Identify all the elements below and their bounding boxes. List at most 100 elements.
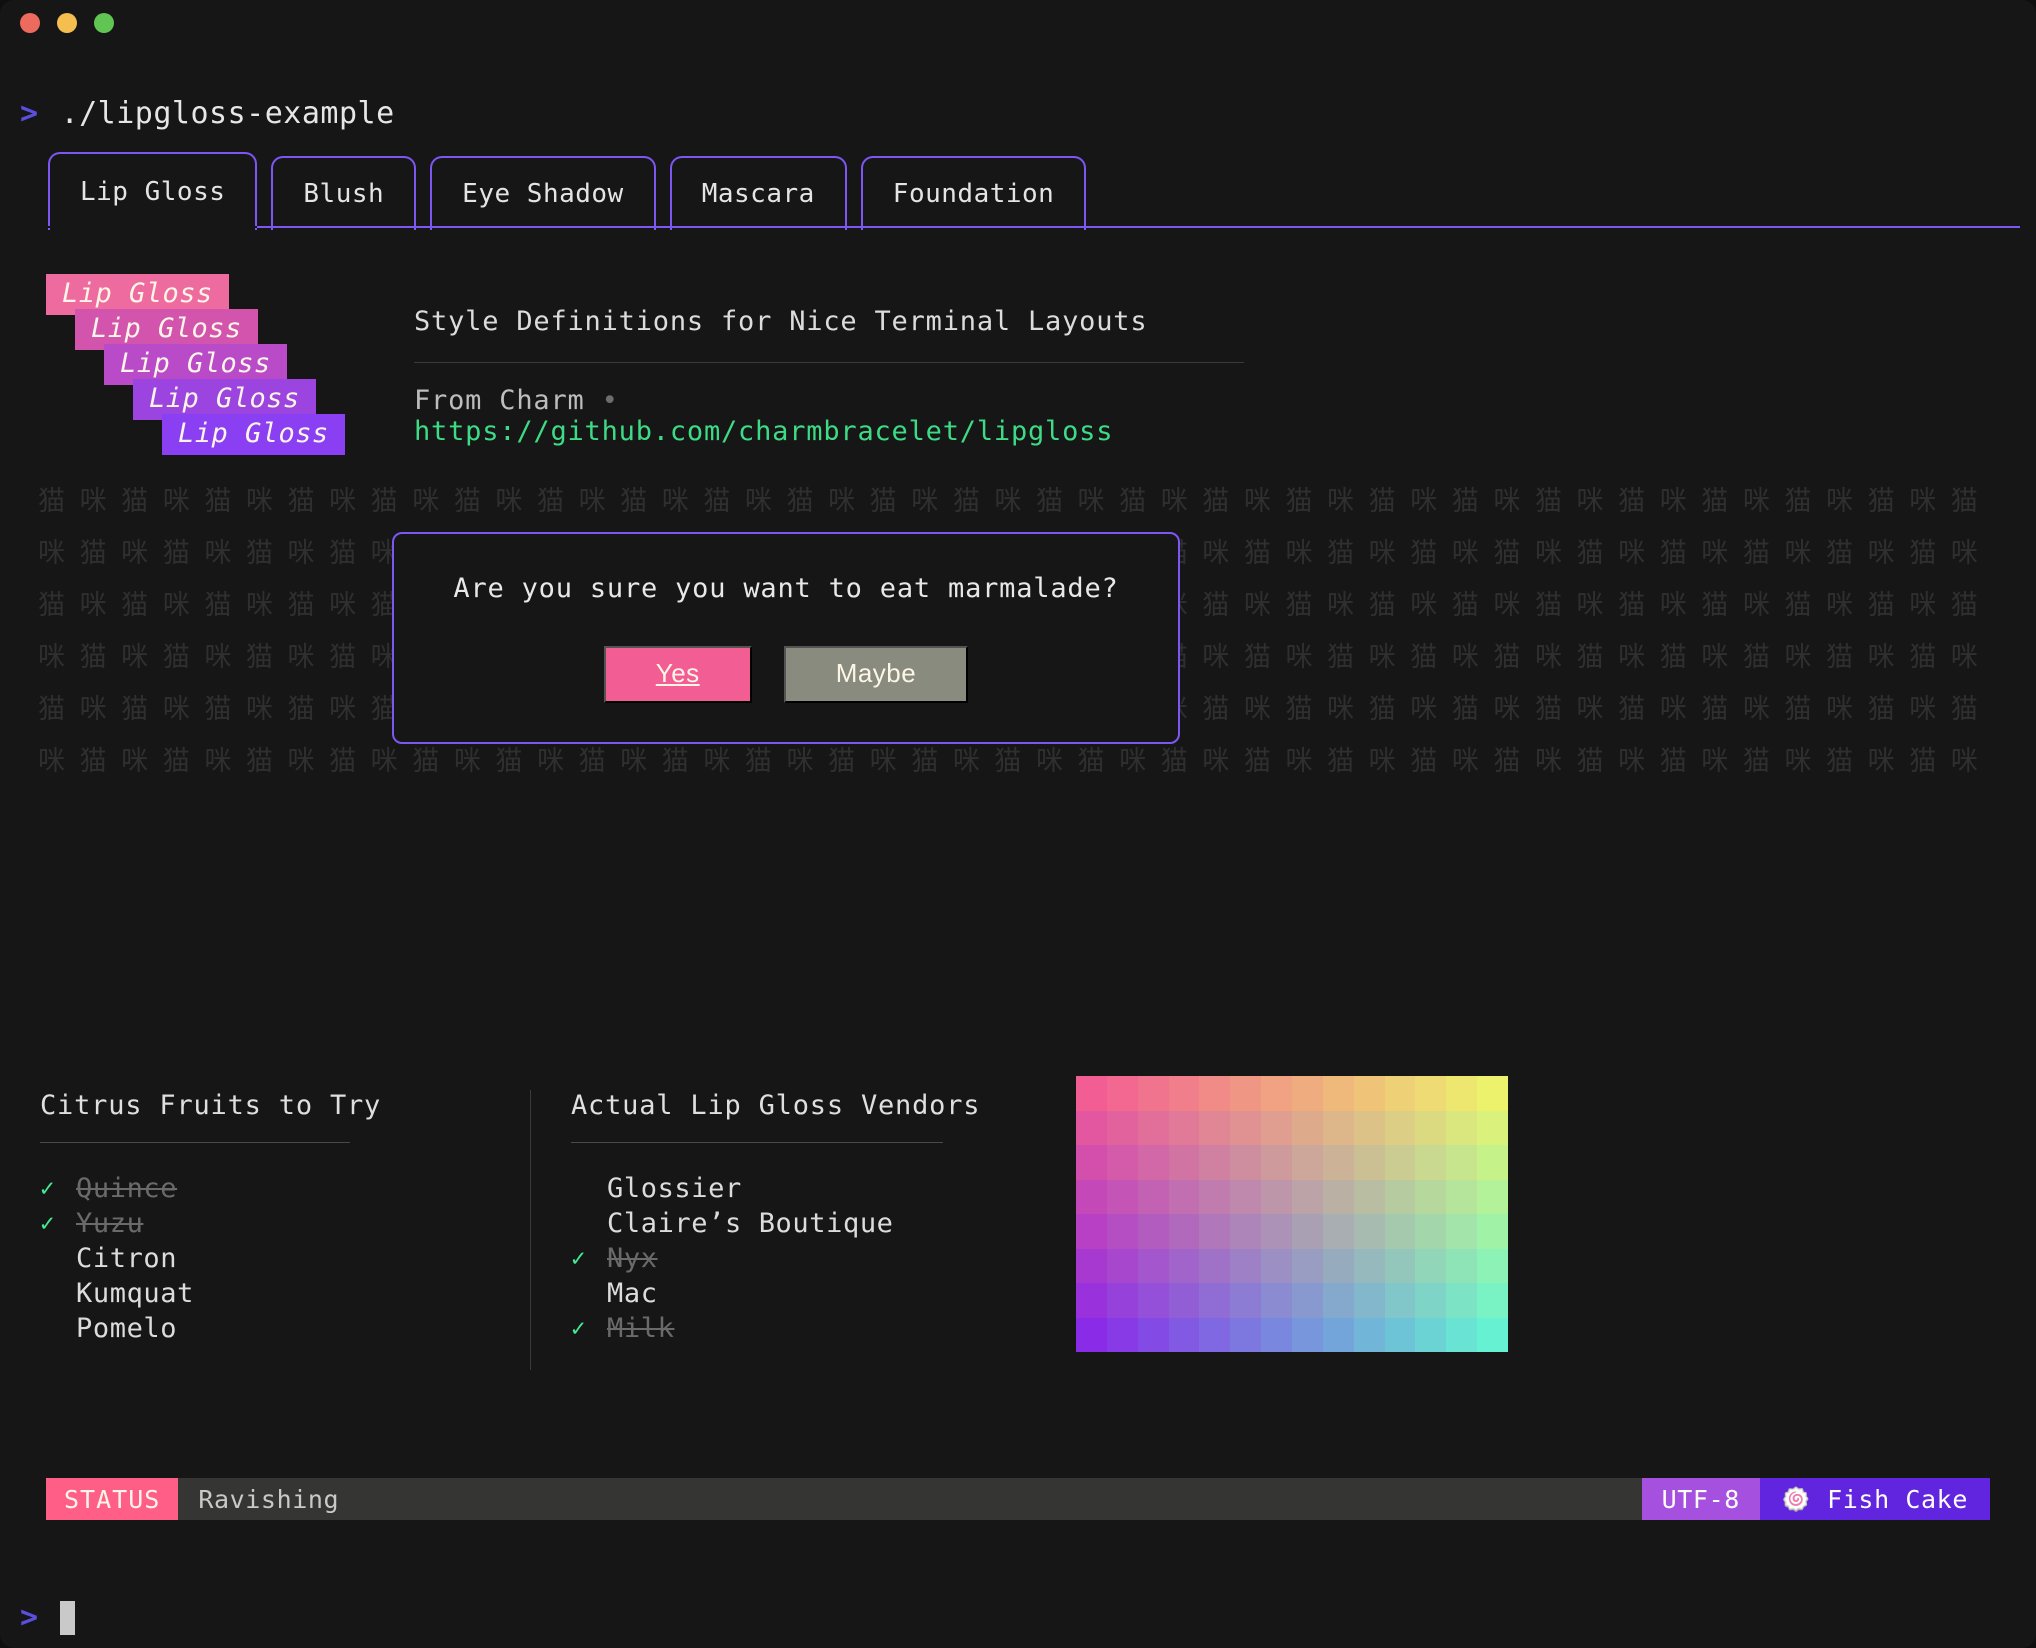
- color-swatch: [1477, 1249, 1508, 1284]
- list-title: Citrus Fruits to Try: [40, 1090, 530, 1121]
- active-tab-underline-gap: [48, 226, 257, 228]
- list-item-label: Quince: [76, 1171, 177, 1206]
- list-item[interactable]: ✓Nyx: [571, 1241, 1070, 1276]
- bullet-icon: •: [602, 385, 619, 416]
- color-swatch: [1415, 1249, 1446, 1284]
- color-swatch: [1076, 1076, 1107, 1111]
- color-swatch: [1354, 1076, 1385, 1111]
- prompt-chevron-icon: >: [20, 96, 39, 131]
- list-item[interactable]: ✓Yuzu: [40, 1206, 530, 1241]
- lists-section: Citrus Fruits to Try✓Quince✓YuzuCitronKu…: [40, 1090, 1070, 1370]
- color-swatch: [1292, 1214, 1323, 1249]
- tab-label: Foundation: [893, 179, 1055, 209]
- color-swatch: [1199, 1318, 1230, 1353]
- color-swatch: [1477, 1283, 1508, 1318]
- list-item-label: Claire’s Boutique: [607, 1206, 894, 1241]
- color-swatch: [1446, 1111, 1477, 1146]
- tab-label: Mascara: [702, 179, 815, 209]
- tab-foundation[interactable]: Foundation: [861, 156, 1087, 230]
- text-cursor[interactable]: [60, 1601, 75, 1635]
- color-swatch: [1199, 1180, 1230, 1215]
- maximize-button-icon[interactable]: [94, 13, 114, 33]
- fish-cake-icon: 🍥: [1782, 1486, 1811, 1513]
- dialog-question: Are you sure you want to eat marmalade?: [453, 573, 1118, 604]
- list-divider: [40, 1142, 350, 1143]
- color-swatch: [1415, 1214, 1446, 1249]
- list-item[interactable]: ✓Quince: [40, 1171, 530, 1206]
- color-swatch: [1385, 1180, 1416, 1215]
- color-swatch: [1415, 1076, 1446, 1111]
- color-swatch: [1446, 1076, 1477, 1111]
- color-swatch: [1415, 1180, 1446, 1215]
- check-icon: ✓: [571, 1311, 607, 1346]
- title-block-row: Lip Gloss: [46, 274, 386, 309]
- tab-bar: Lip Gloss BlushEye Shadow Mascara Foundatio…: [48, 152, 1988, 230]
- color-swatch: [1415, 1318, 1446, 1353]
- color-swatch: [1323, 1145, 1354, 1180]
- color-swatch: [1076, 1180, 1107, 1215]
- title-block-row: Lip Gloss: [46, 379, 386, 414]
- close-button-icon[interactable]: [20, 13, 40, 33]
- color-swatch: [1169, 1076, 1200, 1111]
- list-item[interactable]: Pomelo: [40, 1311, 530, 1346]
- color-swatch: [1199, 1076, 1230, 1111]
- color-swatch: [1385, 1111, 1416, 1146]
- color-swatch: [1107, 1318, 1138, 1353]
- color-swatch: [1169, 1249, 1200, 1284]
- description-source-line: From Charm • https://github.com/charmbra…: [414, 385, 1244, 447]
- color-swatch: [1169, 1214, 1200, 1249]
- color-swatch: [1385, 1214, 1416, 1249]
- tab-eye-shadow[interactable]: Eye Shadow: [430, 156, 656, 230]
- list-item-label: Mac: [607, 1276, 658, 1311]
- color-swatch: [1076, 1283, 1107, 1318]
- color-swatch: [1138, 1180, 1169, 1215]
- list-item[interactable]: Claire’s Boutique: [571, 1206, 1070, 1241]
- cancel-maybe-button[interactable]: Maybe: [784, 646, 969, 703]
- color-swatch: [1446, 1318, 1477, 1353]
- list-item[interactable]: Mac: [571, 1276, 1070, 1311]
- list-column-0: Citrus Fruits to Try ✓Quince✓YuzuCitronKu…: [40, 1090, 530, 1370]
- color-swatch: [1323, 1283, 1354, 1318]
- from-label: From Charm: [414, 385, 585, 416]
- color-swatch: [1292, 1283, 1323, 1318]
- tab-lip-gloss[interactable]: Lip Gloss: [48, 152, 257, 230]
- list-item[interactable]: Citron: [40, 1241, 530, 1276]
- color-swatch: [1446, 1249, 1477, 1284]
- title-block-row: Lip Gloss: [46, 309, 386, 344]
- list-items: ✓Quince✓YuzuCitronKumquatPomelo: [40, 1171, 530, 1346]
- dialog-buttons: Yes Maybe: [604, 646, 968, 703]
- color-swatch: [1477, 1214, 1508, 1249]
- check-icon: ✓: [40, 1206, 76, 1241]
- color-swatch: [1199, 1249, 1230, 1284]
- list-item[interactable]: Glossier: [571, 1171, 1070, 1206]
- color-swatch: [1354, 1283, 1385, 1318]
- list-column-1: Actual Lip Gloss VendorsGlossierClaire’s…: [530, 1090, 1070, 1370]
- project-url-link[interactable]: https://github.com/charmbracelet/lipglos…: [414, 416, 1113, 447]
- list-item[interactable]: Kumquat: [40, 1276, 530, 1311]
- title-bar: [0, 0, 2036, 62]
- bottom-prompt-chevron-icon: >: [20, 1600, 38, 1635]
- color-swatch: [1385, 1249, 1416, 1284]
- color-swatch: [1138, 1145, 1169, 1180]
- color-swatch: [1261, 1076, 1292, 1111]
- fish-cake-label: Fish Cake: [1827, 1485, 1968, 1514]
- bottom-prompt-line: >: [20, 1600, 75, 1635]
- tab-mascara[interactable]: Mascara: [670, 156, 847, 230]
- tab-label: Lip Gloss: [80, 177, 225, 207]
- list-divider: [571, 1142, 943, 1143]
- color-swatch: [1292, 1076, 1323, 1111]
- tab-blush[interactable]: Blush: [271, 156, 416, 230]
- terminal-window: > ./lipgloss-example Lip GlossBlushEye S…: [0, 0, 2036, 1648]
- confirm-yes-button[interactable]: Yes: [604, 646, 752, 703]
- window-controls: [20, 13, 114, 33]
- list-item-label: Yuzu: [76, 1206, 143, 1241]
- list-item[interactable]: ✓Milk: [571, 1311, 1070, 1346]
- color-swatch: [1199, 1145, 1230, 1180]
- color-swatch: [1385, 1145, 1416, 1180]
- color-swatch: [1076, 1318, 1107, 1353]
- color-swatch: [1076, 1214, 1107, 1249]
- minimize-button-icon[interactable]: [57, 13, 77, 33]
- color-gradient-grid: [1076, 1076, 1508, 1352]
- color-swatch: [1169, 1318, 1200, 1353]
- color-swatch: [1230, 1283, 1261, 1318]
